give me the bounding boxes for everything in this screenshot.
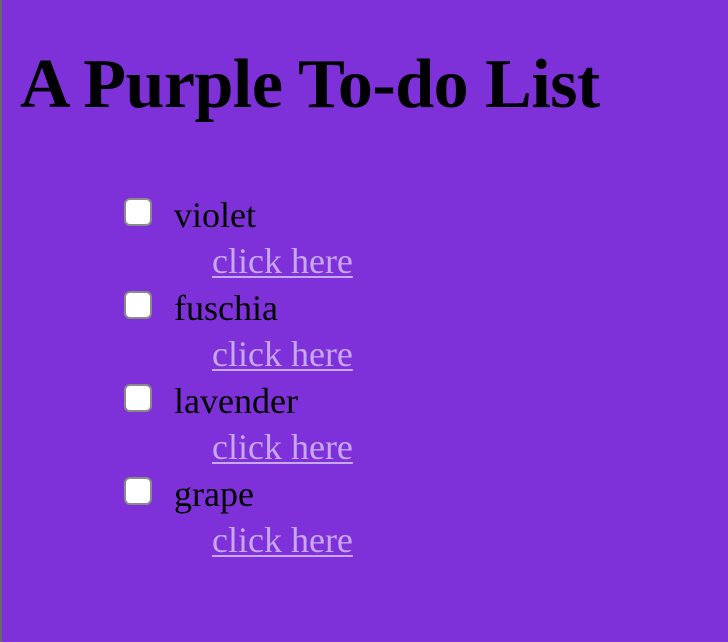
click-here-link[interactable]: click here [212,332,353,376]
checkbox[interactable] [124,477,152,505]
click-here-link[interactable]: click here [212,239,353,283]
item-label: grape [174,474,254,514]
item-label: fuschia [174,288,278,328]
click-here-link[interactable]: click here [212,518,353,562]
checkbox[interactable] [124,198,152,226]
checkbox[interactable] [124,384,152,412]
item-label: lavender [174,381,298,421]
page: A Purple To-do List violet click here fu… [2,0,728,642]
checkbox[interactable] [124,291,152,319]
click-here-link[interactable]: click here [212,425,353,469]
item-label: violet [174,195,256,235]
page-title: A Purple To-do List [20,46,600,123]
